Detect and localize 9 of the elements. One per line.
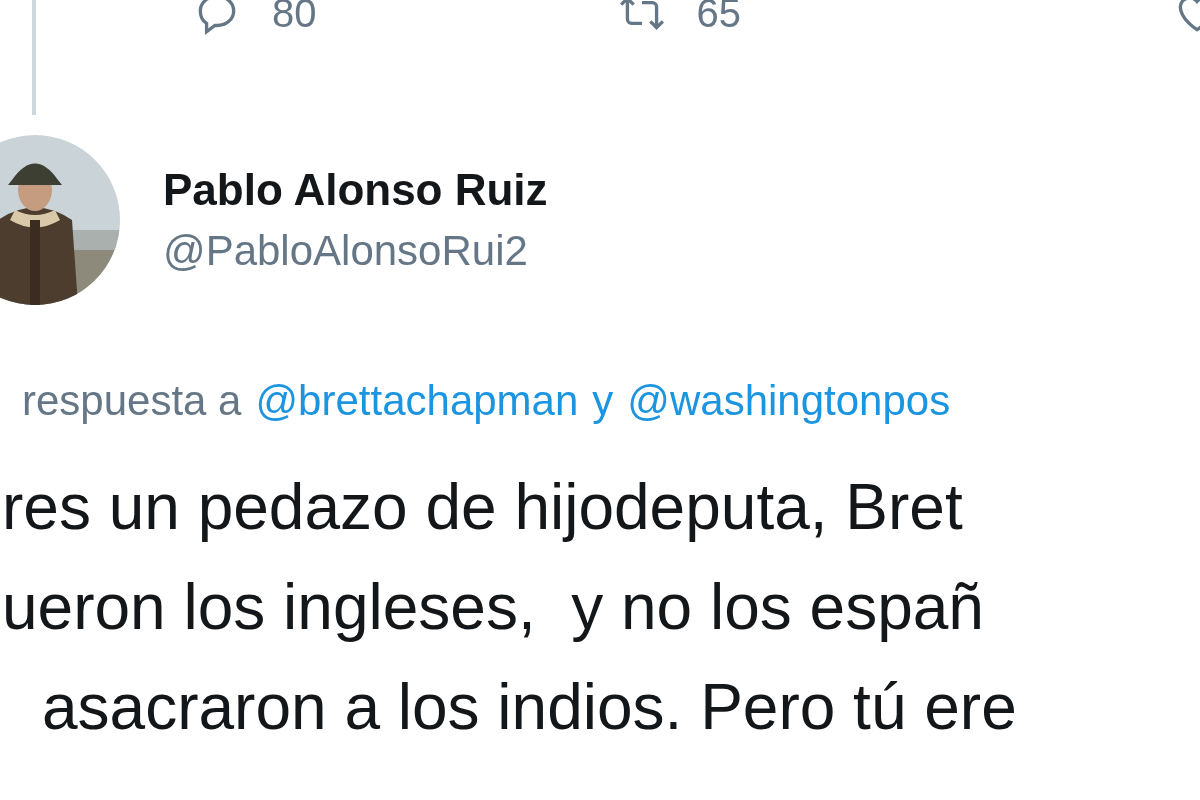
author-handle[interactable]: @PabloAlonsoRui2: [163, 230, 548, 272]
mention-joiner: y: [592, 380, 614, 422]
tweet-text-line: asacraron a los indios. Pero tú ere: [42, 670, 1018, 744]
mention-link[interactable]: @washingtonpos: [627, 380, 951, 422]
tweet-text-line: res un pedazo de hijodeputa, Bret: [2, 470, 964, 544]
reply-prefix: respuesta a: [22, 380, 242, 422]
tweet-text-line: ueron los ingleses, y no los españ: [2, 570, 985, 644]
mention-link[interactable]: @brettachapman: [255, 380, 579, 422]
author-name[interactable]: Pablo Alonso Ruiz: [163, 168, 548, 212]
